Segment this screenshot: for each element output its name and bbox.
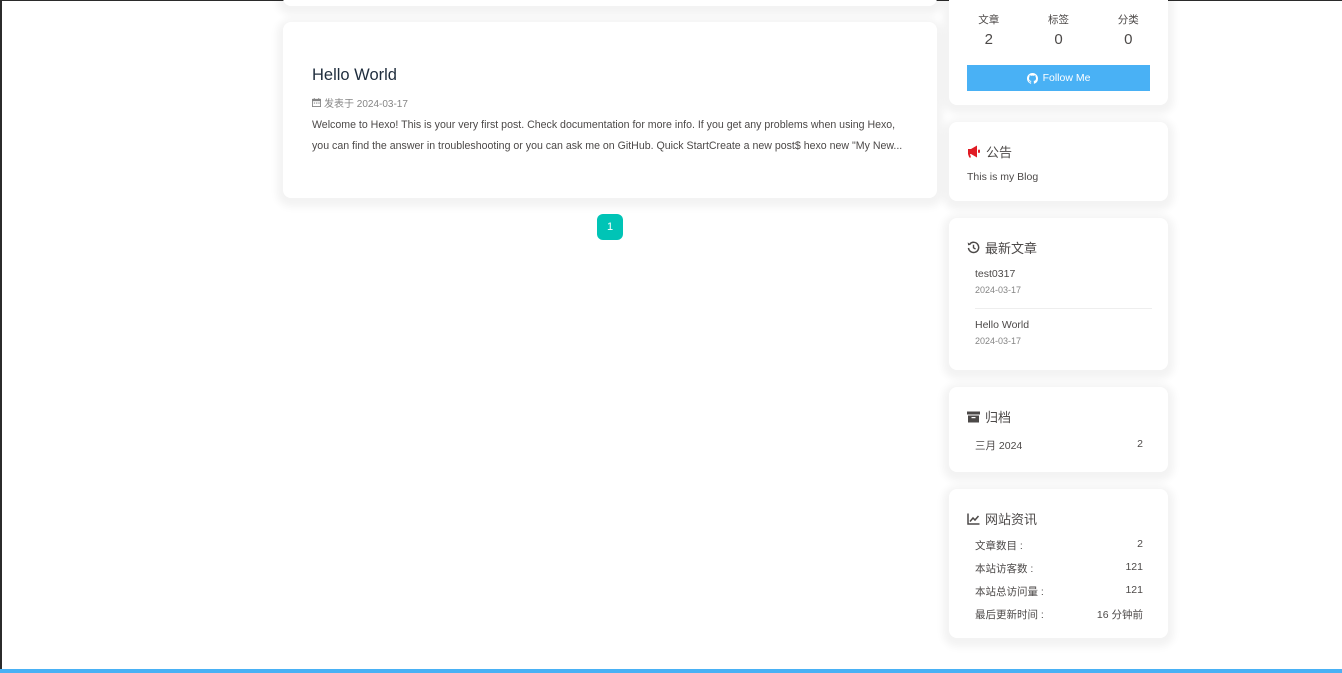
divider [975, 308, 1152, 309]
info-value: 121 [1125, 584, 1143, 596]
stat-label: 分类 [1117, 14, 1139, 26]
site-info-row: 最后更新时间 : 16 分钟前 [975, 607, 1143, 622]
info-label: 本站访客数 : [975, 563, 1034, 575]
stat-categories[interactable]: 分类 0 [1098, 12, 1158, 48]
post-card[interactable]: Hello World 发表于 2024-03-17 Welcome to He… [283, 22, 937, 198]
site-info-title: 网站资讯 [967, 509, 1037, 528]
notice-card: 公告 This is my Blog [949, 122, 1168, 201]
recent-posts-title: 最新文章 [967, 238, 1037, 257]
info-value: 2 [1137, 538, 1143, 550]
info-label: 最后更新时间 : [975, 609, 1044, 621]
stat-value: 2 [984, 31, 993, 48]
stat-posts[interactable]: 文章 2 [959, 12, 1019, 48]
stat-value: 0 [1124, 31, 1133, 48]
site-info-row: 本站总访问量 : 121 [975, 584, 1143, 599]
notice-title-text: 公告 [986, 145, 1013, 160]
github-icon [1026, 72, 1038, 84]
recent-post-item[interactable]: Hello World 2024-03-17 [975, 319, 1152, 346]
archive-month[interactable]: 三月 2024 [975, 438, 1022, 453]
previous-post-card[interactable] [283, 0, 937, 6]
archive-icon [967, 411, 980, 423]
bullhorn-icon [967, 145, 981, 158]
pagination-current-page[interactable]: 1 [597, 214, 623, 240]
recent-post-date: 2024-03-17 [975, 285, 1022, 295]
bottom-accent-bar [0, 669, 1342, 673]
stat-value: 0 [1054, 31, 1063, 48]
site-info-row: 文章数目 : 2 [975, 538, 1143, 553]
stat-label: 标签 [1048, 14, 1069, 26]
author-card: 文章 2 标签 0 分类 0 Follow Me [949, 0, 1168, 105]
follow-me-button[interactable]: Follow Me [967, 65, 1150, 91]
info-label: 文章数目 : [975, 540, 1023, 552]
history-icon [967, 241, 980, 254]
archive-card: 归档 三月 2024 2 [949, 387, 1168, 472]
recent-post-title[interactable]: Hello World [975, 319, 1152, 331]
stat-tags[interactable]: 标签 0 [1029, 12, 1089, 48]
recent-post-item[interactable]: test0317 2024-03-17 [975, 268, 1152, 295]
notice-text: This is my Blog [967, 171, 1039, 183]
archive-item[interactable]: 三月 2024 2 [975, 438, 1143, 453]
archive-title: 归档 [967, 407, 1011, 426]
recent-posts-card: 最新文章 test0317 2024-03-17 Hello World 202… [949, 218, 1168, 370]
post-meta: 发表于 2024-03-17 [312, 95, 408, 110]
site-info-row: 本站访客数 : 121 [975, 561, 1143, 576]
stat-label: 文章 [978, 14, 1000, 26]
recent-posts-title-text: 最新文章 [985, 241, 1038, 256]
follow-me-label: Follow Me [1042, 72, 1091, 84]
chart-line-icon [967, 513, 980, 525]
author-stats: 文章 2 标签 0 分类 0 [949, 12, 1168, 48]
recent-post-date: 2024-03-17 [975, 336, 1022, 346]
calendar-icon [312, 98, 321, 107]
site-info-title-text: 网站资讯 [985, 512, 1038, 527]
recent-post-title[interactable]: test0317 [975, 268, 1152, 280]
notice-title: 公告 [967, 142, 1012, 161]
post-title[interactable]: Hello World [312, 66, 397, 85]
info-value: 16 分钟前 [1096, 609, 1143, 621]
info-label: 本站总访问量 : [975, 586, 1044, 598]
post-excerpt: Welcome to Hexo! This is your very first… [312, 119, 903, 152]
archive-title-text: 归档 [985, 410, 1012, 425]
site-info-card: 网站资讯 文章数目 : 2 本站访客数 : 121 本站总访问量 : 121 最… [949, 489, 1168, 638]
post-date: 发表于 2024-03-17 [324, 99, 408, 110]
window-frame-left [0, 0, 2, 673]
archive-count: 2 [1137, 438, 1143, 450]
info-value: 121 [1125, 561, 1143, 573]
